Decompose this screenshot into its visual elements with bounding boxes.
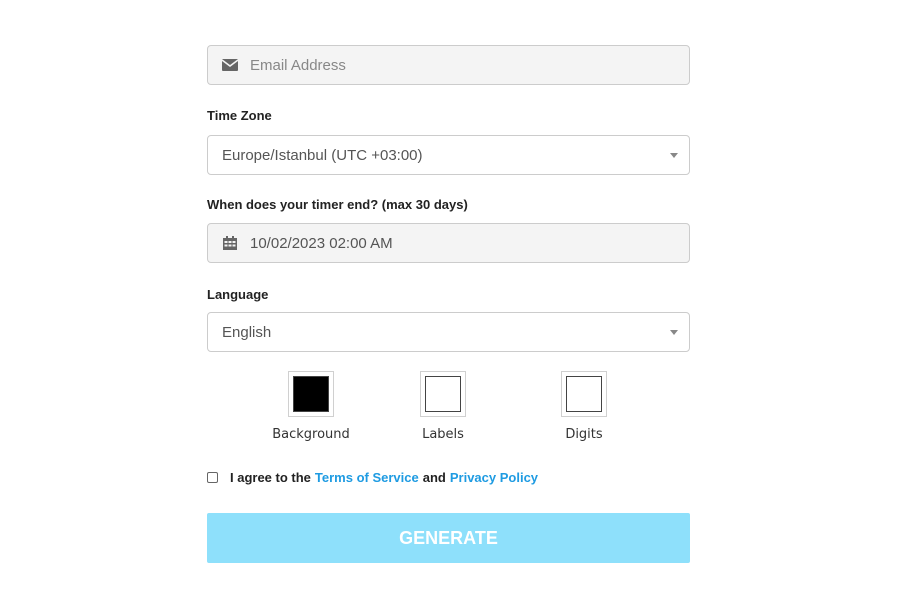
language-select[interactable]: English — [207, 312, 690, 352]
timer-end-value: 10/02/2023 02:00 AM — [250, 234, 393, 252]
email-placeholder: Email Address — [250, 56, 346, 74]
email-field[interactable]: Email Address — [207, 45, 690, 85]
timezone-value: Europe/Istanbul (UTC +03:00) — [222, 146, 423, 164]
language-value: English — [222, 323, 272, 341]
agree-row: I agree to the Terms of Service and Priv… — [207, 470, 538, 485]
digits-color-picker: Digits — [539, 371, 629, 442]
labels-label: Labels — [422, 427, 464, 442]
agree-checkbox[interactable] — [207, 472, 218, 483]
language-label: Language — [207, 287, 269, 302]
timer-end-label: When does your timer end? (max 30 days) — [207, 197, 468, 212]
privacy-link[interactable]: Privacy Policy — [450, 470, 538, 485]
digits-swatch[interactable] — [561, 371, 607, 417]
timezone-label: Time Zone — [207, 108, 272, 123]
color-pickers: Background Labels Digits — [266, 371, 611, 446]
labels-color-picker: Labels — [398, 371, 488, 442]
digits-swatch-color — [566, 376, 602, 412]
labels-swatch-color — [425, 376, 461, 412]
labels-swatch[interactable] — [420, 371, 466, 417]
background-color-picker: Background — [266, 371, 356, 442]
background-swatch-color — [293, 376, 329, 412]
timer-end-field[interactable]: 10/02/2023 02:00 AM — [207, 223, 690, 263]
background-swatch[interactable] — [288, 371, 334, 417]
digits-label: Digits — [565, 427, 603, 442]
calendar-icon — [222, 235, 238, 251]
background-label: Background — [272, 427, 350, 442]
envelope-icon — [222, 57, 238, 73]
agree-conjunction: and — [422, 470, 446, 485]
chevron-down-icon — [670, 330, 678, 335]
terms-link[interactable]: Terms of Service — [315, 470, 419, 485]
generate-button[interactable]: GENERATE — [207, 513, 690, 563]
timezone-select[interactable]: Europe/Istanbul (UTC +03:00) — [207, 135, 690, 175]
agree-prefix: I agree to the — [230, 470, 311, 485]
chevron-down-icon — [670, 153, 678, 158]
